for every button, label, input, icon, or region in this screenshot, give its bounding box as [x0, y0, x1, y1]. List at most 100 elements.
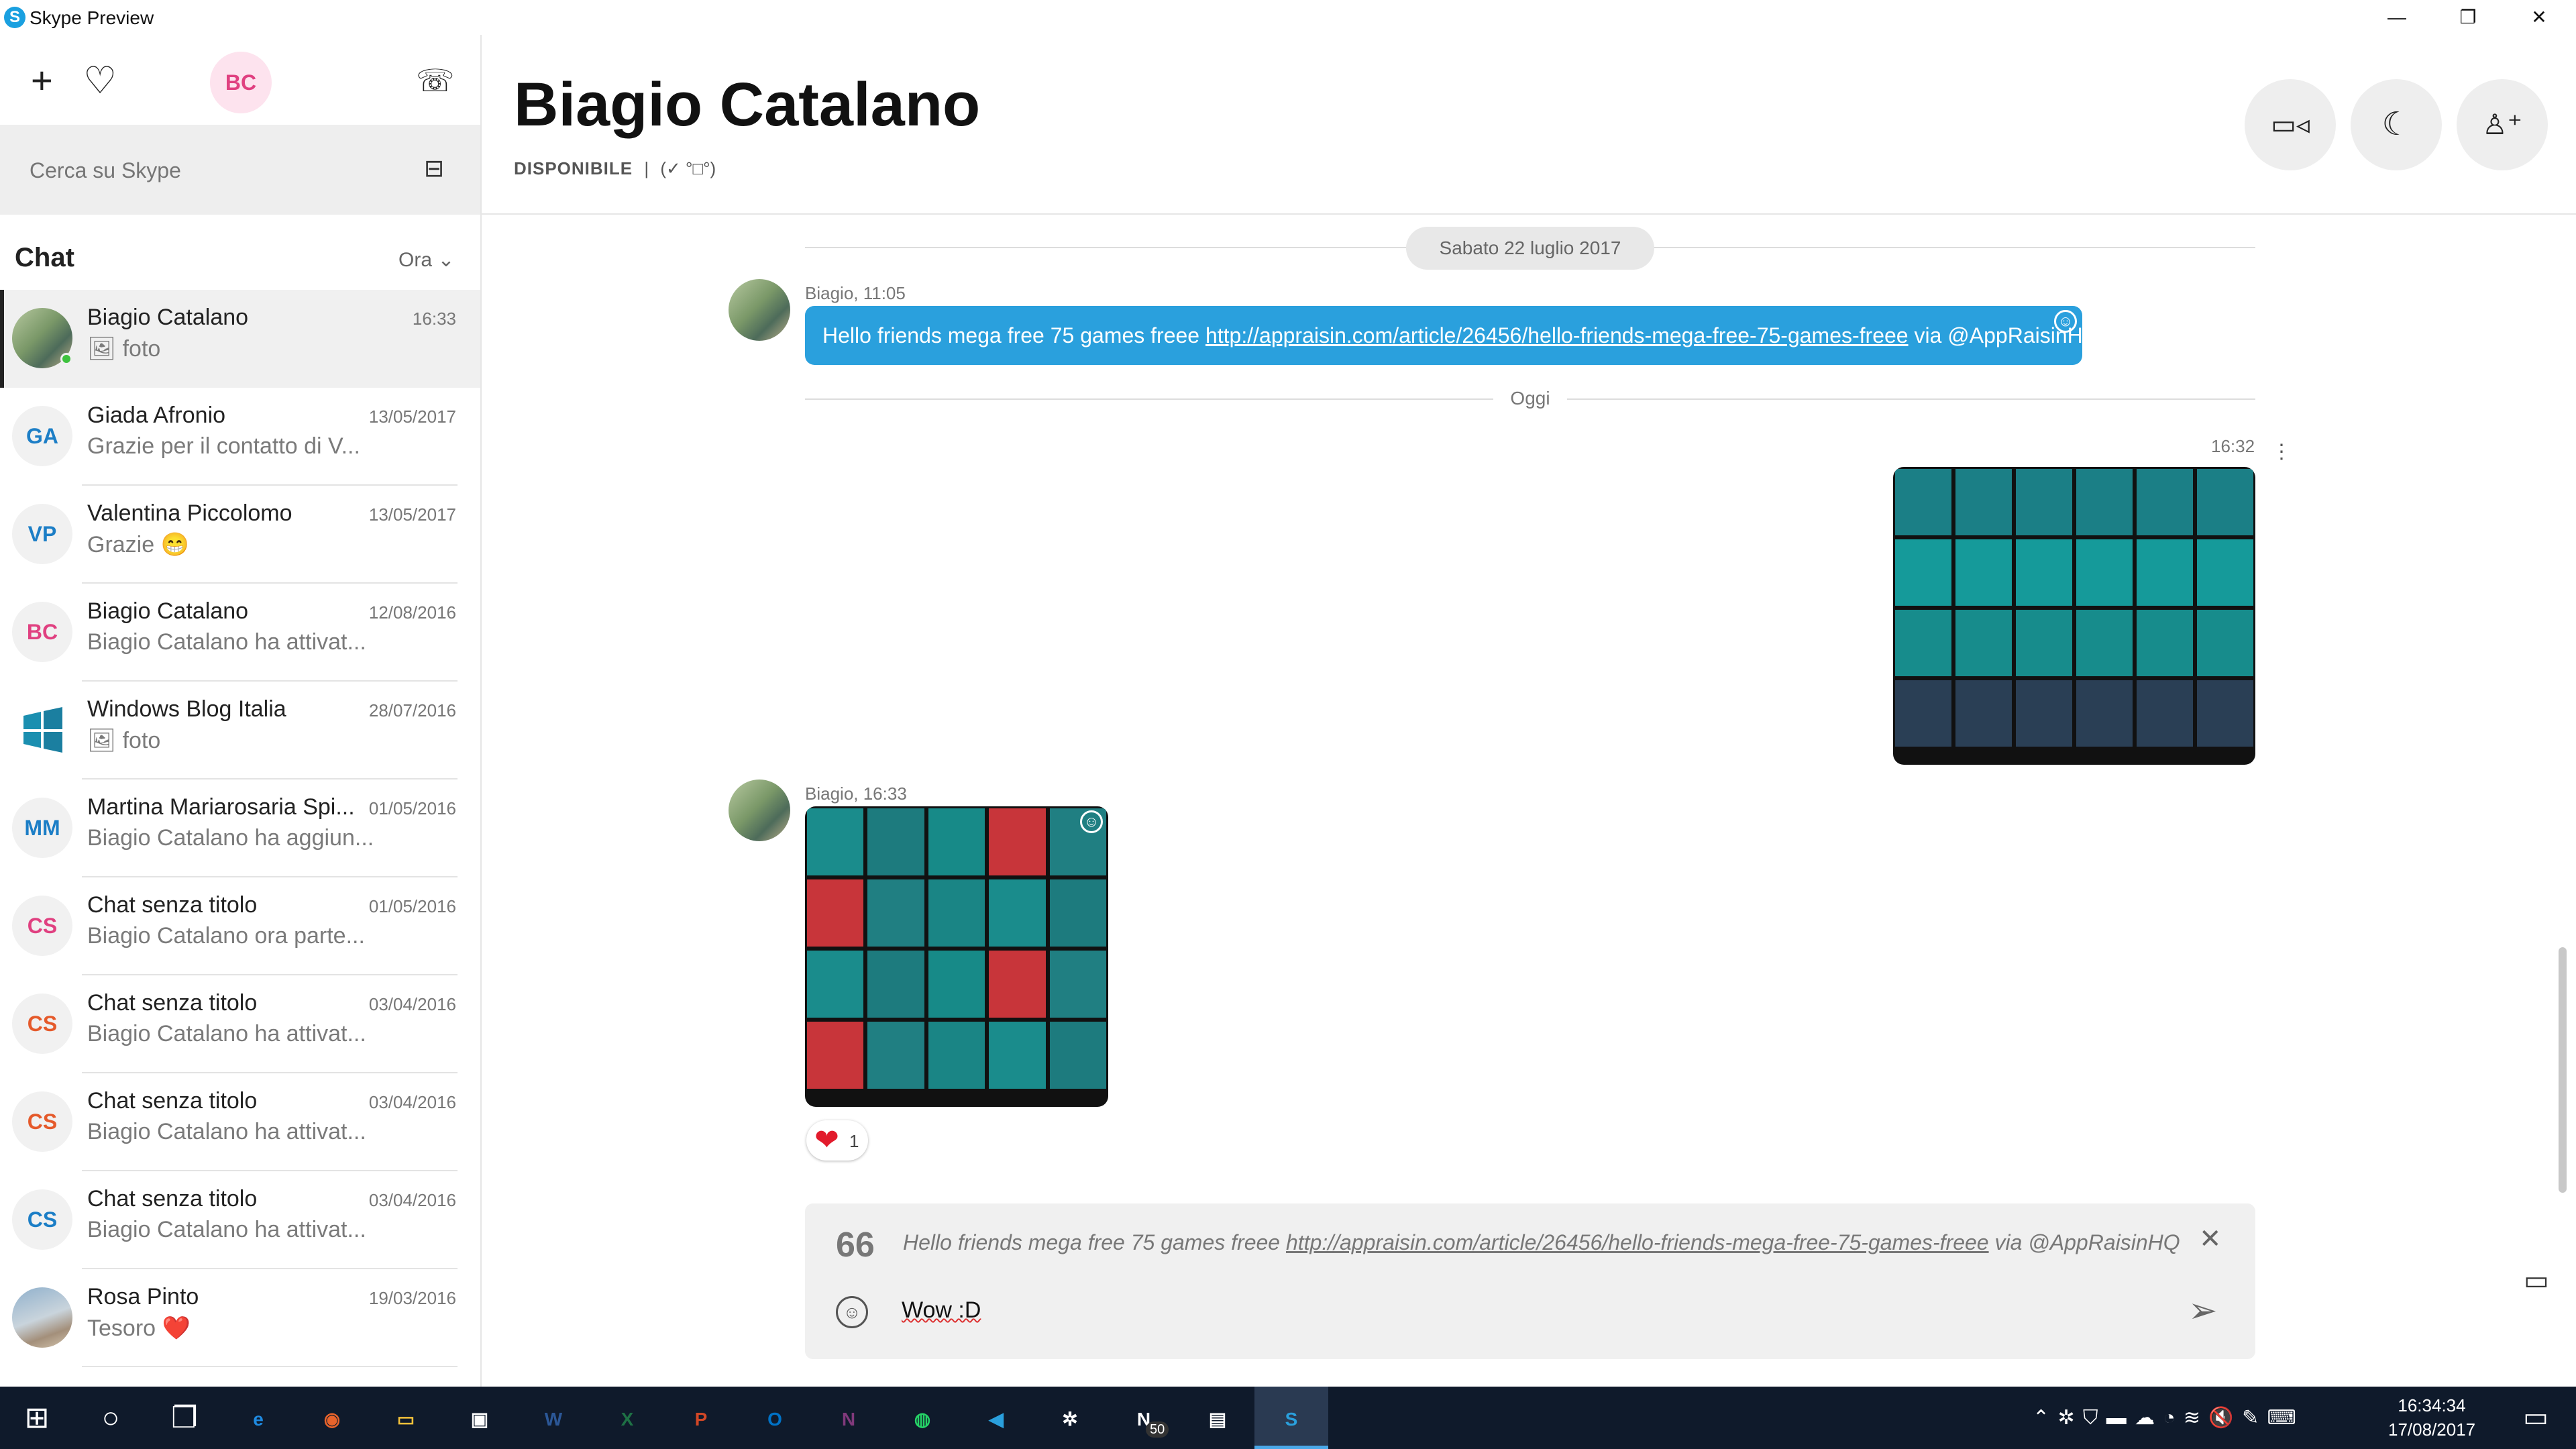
initials-avatar: CS [12, 994, 72, 1054]
chat-section-title: Chat [15, 243, 74, 272]
side-panel-icon[interactable]: ▭ [2524, 1265, 2549, 1296]
chat-list-item[interactable]: CS Chat senza titolo Biagio Catalano ha … [0, 1171, 480, 1269]
taskbar-skype-icon[interactable]: S [1254, 1387, 1328, 1449]
search-input[interactable] [30, 152, 405, 189]
sender-avatar[interactable] [729, 279, 790, 341]
add-participant-button[interactable]: ♙⁺ [2457, 79, 2548, 170]
taskbar-firefox-icon[interactable]: ◉ [295, 1387, 369, 1449]
close-button[interactable]: ✕ [2504, 0, 2575, 35]
action-center-icon[interactable]: ▭ [2509, 1387, 2563, 1449]
chat-list-item[interactable]: BC Biagio Catalano Biagio Catalano ha at… [0, 584, 480, 682]
taskbar-word-icon[interactable]: W [517, 1387, 590, 1449]
availability-label: DISPONIBILE [514, 158, 633, 178]
heart-icon: ❤ [814, 1124, 839, 1157]
taskbar-clock[interactable]: 16:34:34 17/08/2017 [2388, 1393, 2475, 1442]
header-divider [482, 213, 2576, 215]
audio-call-button[interactable]: ☾ [2351, 79, 2442, 170]
cortana-search-icon[interactable]: ○ [74, 1387, 148, 1449]
edge-glyph: e [253, 1409, 264, 1430]
initials-avatar: CS [12, 896, 72, 956]
image-tile [2197, 469, 2253, 535]
reaction-badge[interactable]: ❤ 1 [806, 1120, 868, 1161]
title-bar: S Skype Preview — ❐ ✕ [0, 0, 2576, 35]
sent-image[interactable] [1893, 467, 2255, 765]
chat-list-item[interactable]: GA Giada Afronio Grazie per il contatto … [0, 388, 480, 486]
initials-avatar: CS [12, 1189, 72, 1250]
taskbar-powerpoint-icon[interactable]: P [664, 1387, 738, 1449]
message-input[interactable]: Wow :D [902, 1297, 981, 1324]
sender-avatar[interactable] [729, 780, 790, 841]
slack-glyph: ✲ [1062, 1409, 1078, 1430]
system-tray-icons[interactable]: ⌃ ✲ ⛉ ▬ ☁ ◔ ≋ 🔇 ✎ ⌨ [2033, 1387, 2298, 1449]
image-tile [2016, 680, 2072, 747]
chat-list-item[interactable]: CS Chat senza titolo Biagio Catalano ora… [0, 877, 480, 975]
chat-list-item[interactable]: CS Chat senza titolo Biagio Catalano ha … [0, 975, 480, 1073]
taskbar: ⊞ ○ ❐ e ◉ ▭ ▣ W X P O N ◍ ◀ ✲ N 50 ▤ S ⌃ ✲ ⛉ ▬ ☁ ◔ ≋ 🔇 … [0, 1387, 2576, 1449]
taskbar-telegram-icon[interactable]: ◀ [959, 1387, 1033, 1449]
user-avatar[interactable]: BC [210, 52, 272, 113]
sort-dropdown[interactable]: Ora ⌄ [398, 248, 454, 272]
chat-list-item[interactable]: Windows Blog Italia 🖼 foto 28/07/2016 [0, 682, 480, 780]
start-windows-icon[interactable]: ⊞ [0, 1387, 74, 1449]
chat-item-name: Windows Blog Italia [87, 696, 286, 722]
taskbar-outlook-icon[interactable]: O [738, 1387, 812, 1449]
quoted-link[interactable]: http://appraisin.com/article/26456/hello… [1286, 1230, 1989, 1254]
message-link[interactable]: http://appraisin.com/article/26456/hello… [1205, 323, 1909, 347]
chat-list-item[interactable]: MM Martina Mariarosaria Spi... Biagio Ca… [0, 780, 480, 877]
restore-button[interactable]: ❐ [2432, 0, 2504, 35]
chat-list-item[interactable]: VP Valentina Piccolomo Grazie 😁 13/05/20… [0, 486, 480, 584]
chat-item-name: Chat senza titolo [87, 990, 258, 1016]
minimize-button[interactable]: — [2361, 0, 2432, 35]
initials-avatar: GA [12, 406, 72, 466]
chat-item-name: Giada Afronio [87, 402, 226, 428]
taskbar-explorer-icon[interactable]: ▭ [369, 1387, 443, 1449]
message-bubble[interactable]: Hello friends mega free 75 games freee h… [805, 306, 2100, 365]
contact-status: DISPONIBILE | (✓ °□°) [514, 158, 716, 179]
image-tile [989, 879, 1046, 947]
favorites-heart-icon[interactable]: ♡ [83, 62, 117, 99]
taskbar-onenote-icon[interactable]: N [812, 1387, 885, 1449]
store-glyph: ▣ [470, 1409, 489, 1430]
video-call-button[interactable]: ▭◃ [2245, 79, 2336, 170]
taskbar-whatsapp-icon[interactable]: ◍ [885, 1387, 959, 1449]
add-reaction-icon[interactable]: ☺ [2054, 310, 2077, 333]
contacts-book-icon[interactable]: ⊟ [424, 154, 444, 182]
contact-name[interactable]: Biagio Catalano [514, 70, 980, 140]
emoji-picker-icon[interactable]: ☺ [836, 1296, 868, 1328]
image-tile [2137, 469, 2193, 535]
badge-count: 50 [1146, 1421, 1169, 1438]
chat-item-name: Chat senza titolo [87, 1088, 258, 1114]
taskbar-edge-icon[interactable]: e [221, 1387, 295, 1449]
status-separator: | [644, 158, 649, 178]
image-tile [867, 808, 924, 875]
quoted-text: Hello friends mega free 75 games freee [903, 1230, 1286, 1254]
chat-list-item[interactable]: Biagio Catalano 🖼 foto 16:33 [0, 290, 480, 388]
taskbar-slack-icon[interactable]: ✲ [1033, 1387, 1107, 1449]
scrollbar-thumb[interactable] [2559, 947, 2567, 1193]
taskbar-store-icon[interactable]: ▣ [443, 1387, 517, 1449]
chat-list-item[interactable]: Rosa Pinto Tesoro ❤️ 19/03/2016 [0, 1269, 480, 1367]
image-tile [807, 951, 864, 1018]
image-tile [2016, 469, 2072, 535]
taskbar-excel-icon[interactable]: X [590, 1387, 664, 1449]
chat-item-preview: Biagio Catalano ha attivat... [87, 1119, 366, 1144]
taskbar-windows-blog-icon[interactable]: ▤ [1181, 1387, 1254, 1449]
chat-item-date: 01/05/2016 [368, 798, 456, 818]
add-person-icon: ♙⁺ [2482, 109, 2522, 140]
more-options-icon[interactable]: ⋮ [2271, 440, 2292, 464]
chat-list-item[interactable]: CS Chat senza titolo Biagio Catalano ha … [0, 1073, 480, 1171]
received-image[interactable] [805, 806, 1108, 1107]
image-tile [1895, 680, 1951, 747]
calls-icon[interactable]: ☏ [416, 62, 455, 99]
window-title: Skype Preview [30, 7, 154, 28]
remove-quote-close-icon[interactable]: ✕ [2199, 1224, 2222, 1254]
chat-item-preview: Biagio Catalano ha attivat... [87, 1021, 366, 1046]
send-icon[interactable]: ➢ [2188, 1291, 2218, 1331]
windows-blog-glyph: ▤ [1208, 1409, 1227, 1430]
task-view-icon[interactable]: ❐ [148, 1387, 221, 1449]
image-tile [2076, 469, 2133, 535]
new-chat-plus-icon[interactable]: + [31, 62, 53, 99]
chat-item-name: Valentina Piccolomo [87, 500, 292, 526]
taskbar-notifications-app-icon[interactable]: N 50 [1107, 1387, 1181, 1449]
add-reaction-icon[interactable]: ☺ [1080, 810, 1103, 833]
